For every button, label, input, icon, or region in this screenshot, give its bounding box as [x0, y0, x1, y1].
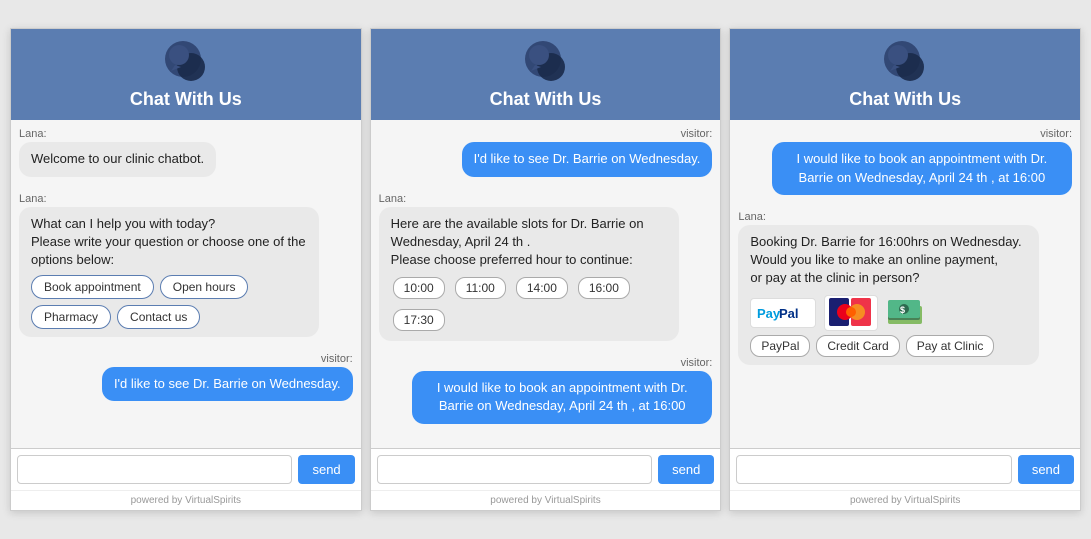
msg-label-lana-2: Lana:: [19, 193, 353, 205]
time-btn-1730[interactable]: 17:30: [393, 309, 445, 331]
time-btn-14[interactable]: 14:00: [516, 277, 568, 299]
msg-lana-slots: Lana: Here are the available slots for D…: [379, 193, 713, 350]
chat-panels-container: Chat With Us Lana: Welcome to our clinic…: [10, 28, 1081, 510]
msg-label-lana-slots: Lana:: [379, 193, 713, 205]
chat-icon-3: [882, 39, 928, 85]
msg-lana-options: Lana: What can I help you with today?Ple…: [19, 193, 353, 346]
send-button-3[interactable]: send: [1018, 455, 1074, 484]
msg-visitor-2a: visitor: I'd like to see Dr. Barrie on W…: [379, 128, 713, 184]
msg-bubble-options: What can I help you with today?Please wr…: [19, 207, 319, 338]
btn-pharmacy[interactable]: Pharmacy: [31, 305, 111, 329]
btn-paypal[interactable]: PayPal: [750, 335, 810, 357]
time-btn-16[interactable]: 16:00: [578, 277, 630, 299]
msg-bubble-visitor-2a: I'd like to see Dr. Barrie on Wednesday.: [462, 142, 713, 176]
chat-icon-1: [163, 39, 209, 85]
chat-title-1: Chat With Us: [11, 89, 361, 110]
chat-header-2: Chat With Us: [371, 29, 721, 120]
chat-input-1[interactable]: [17, 455, 292, 484]
chat-icon-2: [523, 39, 569, 85]
msg-visitor-3a: visitor: I would like to book an appoint…: [738, 128, 1072, 202]
chat-input-3[interactable]: [736, 455, 1011, 484]
option-buttons-row2: Pharmacy Contact us: [31, 305, 307, 329]
credit-card-icon: [824, 295, 878, 331]
msg-bubble-slots: Here are the available slots for Dr. Bar…: [379, 207, 679, 342]
chat-footer-2: powered by VirtualSpirits: [371, 490, 721, 510]
time-btn-11[interactable]: 11:00: [455, 277, 506, 299]
cc-svg: [829, 298, 873, 328]
msg-bubble-visitor-3a: I would like to book an appointment with…: [772, 142, 1072, 194]
cash-icon: $: [886, 298, 924, 328]
time-btn-10[interactable]: 10:00: [393, 277, 445, 299]
msg-label-visitor-2a: visitor:: [379, 128, 713, 140]
svg-text:Pal: Pal: [779, 306, 799, 321]
chat-input-area-1: send: [11, 448, 361, 490]
paypal-svg: Pay Pal: [757, 303, 809, 323]
msg-lana-welcome: Lana: Welcome to our clinic chatbot.: [19, 128, 353, 184]
msg-label-lana-payment: Lana:: [738, 211, 1072, 223]
msg-label-visitor-1: visitor:: [19, 353, 353, 365]
chat-body-3[interactable]: visitor: I would like to book an appoint…: [730, 120, 1080, 447]
paypal-icon: Pay Pal: [750, 298, 816, 328]
send-button-2[interactable]: send: [658, 455, 714, 484]
msg-visitor-1: visitor: I'd like to see Dr. Barrie on W…: [19, 353, 353, 409]
btn-open-hours[interactable]: Open hours: [160, 275, 249, 299]
chat-body-1[interactable]: Lana: Welcome to our clinic chatbot. Lan…: [11, 120, 361, 447]
payment-icons-row: Pay Pal: [750, 295, 1026, 331]
chat-widget-3: Chat With Us visitor: I would like to bo…: [729, 28, 1081, 510]
chat-widget-2: Chat With Us visitor: I'd like to see Dr…: [370, 28, 722, 510]
msg-label-visitor-3a: visitor:: [738, 128, 1072, 140]
btn-pay-at-clinic[interactable]: Pay at Clinic: [906, 335, 995, 357]
svg-text:$: $: [900, 305, 905, 315]
btn-book-appointment[interactable]: Book appointment: [31, 275, 154, 299]
msg-label-lana-1: Lana:: [19, 128, 353, 140]
chat-title-3: Chat With Us: [730, 89, 1080, 110]
time-buttons-row2: 17:30: [391, 307, 667, 333]
chat-header-3: Chat With Us: [730, 29, 1080, 120]
svg-text:Pay: Pay: [757, 306, 781, 321]
chat-input-area-3: send: [730, 448, 1080, 490]
option-buttons-row1: Book appointment Open hours: [31, 275, 307, 299]
chat-input-area-2: send: [371, 448, 721, 490]
chat-header-1: Chat With Us: [11, 29, 361, 120]
chat-footer-1: powered by VirtualSpirits: [11, 490, 361, 510]
time-buttons-row1: 10:00 11:00 14:00 16:00: [391, 275, 667, 301]
msg-bubble-visitor-2b: I would like to book an appointment with…: [412, 371, 712, 423]
msg-bubble-visitor-1: I'd like to see Dr. Barrie on Wednesday.: [102, 367, 353, 401]
chat-footer-3: powered by VirtualSpirits: [730, 490, 1080, 510]
chat-widget-1: Chat With Us Lana: Welcome to our clinic…: [10, 28, 362, 510]
msg-visitor-2b: visitor: I would like to book an appoint…: [379, 357, 713, 431]
msg-label-visitor-2b: visitor:: [379, 357, 713, 369]
msg-bubble-welcome: Welcome to our clinic chatbot.: [19, 142, 216, 176]
chat-input-2[interactable]: [377, 455, 652, 484]
send-button-1[interactable]: send: [298, 455, 354, 484]
payment-buttons: PayPal Credit Card Pay at Clinic: [750, 335, 1026, 357]
msg-bubble-payment: Booking Dr. Barrie for 16:00hrs on Wedne…: [738, 225, 1038, 366]
msg-lana-payment: Lana: Booking Dr. Barrie for 16:00hrs on…: [738, 211, 1072, 374]
chat-title-2: Chat With Us: [371, 89, 721, 110]
cash-svg: $: [886, 298, 924, 328]
btn-credit-card[interactable]: Credit Card: [816, 335, 899, 357]
btn-contact-us[interactable]: Contact us: [117, 305, 200, 329]
chat-body-2[interactable]: visitor: I'd like to see Dr. Barrie on W…: [371, 120, 721, 447]
